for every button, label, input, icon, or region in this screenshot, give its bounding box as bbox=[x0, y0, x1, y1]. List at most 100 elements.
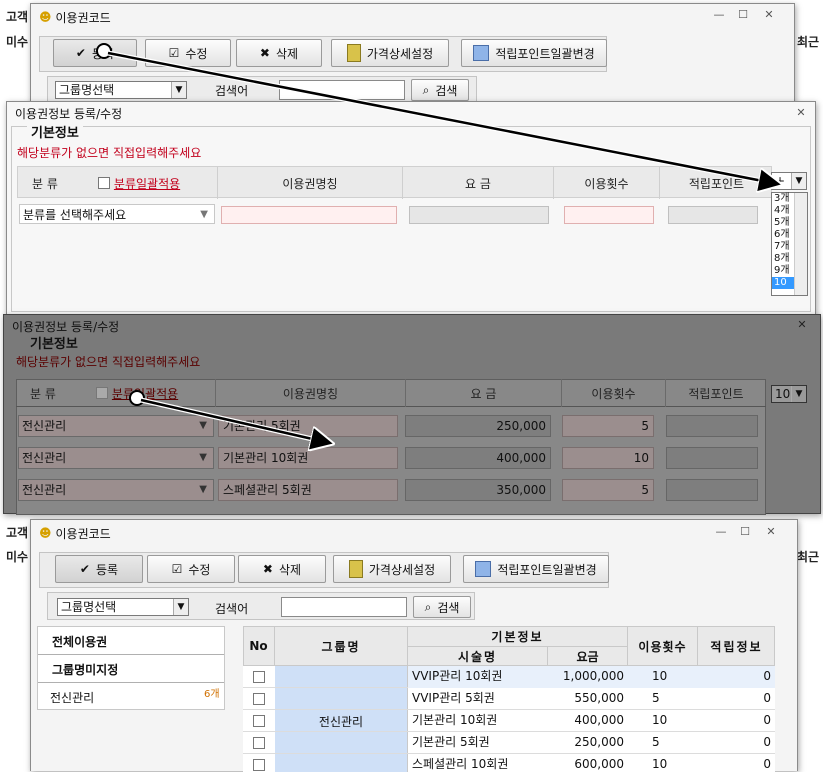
table-row[interactable]: 기본관리 5회권 250,000 5 0 bbox=[243, 732, 775, 754]
category-select[interactable]: 전신관리 ▼ bbox=[18, 479, 214, 501]
row-checkbox[interactable] bbox=[253, 737, 265, 749]
header-points: 적립포인트 bbox=[688, 386, 744, 401]
search-input[interactable] bbox=[281, 597, 407, 617]
delete-button[interactable]: ✖ 삭제 bbox=[236, 39, 322, 67]
minimize-icon[interactable]: — bbox=[713, 525, 729, 539]
fee-input[interactable]: 250,000 bbox=[405, 415, 551, 437]
row-count-select[interactable]: + ▼ bbox=[771, 172, 807, 190]
edit-button[interactable]: ☑ 수정 bbox=[147, 555, 235, 583]
maximize-icon[interactable]: ☐ bbox=[737, 525, 753, 539]
calculator-icon bbox=[346, 44, 361, 62]
app-icon: ☻ bbox=[39, 526, 52, 540]
count-input[interactable]: 5 bbox=[562, 415, 654, 437]
group-item-body[interactable]: 전신관리 bbox=[38, 683, 224, 711]
category-select[interactable]: 전신관리 ▼ bbox=[18, 447, 214, 469]
name-input[interactable] bbox=[221, 206, 397, 224]
list-item-selected[interactable]: 10 bbox=[772, 277, 794, 289]
close-icon[interactable]: ✕ bbox=[794, 318, 810, 332]
delete-button[interactable]: ✖ 삭제 bbox=[238, 555, 326, 583]
group-select[interactable]: 그룹명선택 ▼ bbox=[57, 598, 189, 616]
cell-points: 0 bbox=[763, 735, 771, 749]
maximize-icon[interactable]: ☐ bbox=[735, 8, 751, 22]
register-button[interactable]: ✔ 등록 bbox=[55, 555, 143, 583]
count-input[interactable]: 10 bbox=[562, 447, 654, 469]
dialog-title: 이용권정보 등록/수정 bbox=[12, 319, 120, 334]
header-fee: 요금 bbox=[548, 647, 628, 666]
header-points: 적립정보 bbox=[710, 639, 763, 654]
header-group: 그룹명 bbox=[275, 626, 408, 666]
table-header: 분 류 분류일괄적용 이용권명칭 요 금 이용횟수 적립포인트 bbox=[16, 379, 766, 407]
scrollbar[interactable] bbox=[794, 193, 807, 295]
fee-input[interactable]: 400,000 bbox=[405, 447, 551, 469]
group-item-unassigned[interactable]: 그룹명미지정 bbox=[38, 655, 224, 683]
header-basic-info: 기본정보 bbox=[408, 626, 628, 647]
points-bulk-button[interactable]: 적립포인트일괄변경 bbox=[461, 39, 607, 67]
table-row[interactable]: 기본관리 10회권 400,000 10 0 bbox=[243, 710, 775, 732]
fee-input[interactable]: 350,000 bbox=[405, 479, 551, 501]
app-icon: ☻ bbox=[39, 10, 52, 24]
header-count: 이용횟수 bbox=[562, 379, 666, 407]
cell-points: 0 bbox=[698, 666, 775, 688]
checkbox-icon: ☑ bbox=[171, 562, 183, 576]
list-icon bbox=[475, 561, 492, 577]
count-input[interactable] bbox=[564, 206, 654, 224]
ticket-form-dialog-1: 이용권정보 등록/수정 ✕ 기본정보 해당분류가 없으면 직접입력해주세요 분 … bbox=[6, 101, 816, 315]
close-icon[interactable]: ✕ bbox=[793, 106, 809, 120]
name-input[interactable]: 기본관리 10회권 bbox=[218, 447, 398, 469]
cell-name: 기본관리 10회권 bbox=[412, 713, 498, 727]
header-category: 분 류 bbox=[30, 386, 56, 401]
cell-count: 10 bbox=[628, 666, 698, 688]
close-icon[interactable]: ✕ bbox=[763, 525, 779, 539]
search-input[interactable] bbox=[279, 80, 405, 100]
warning-text: 해당분류가 없으면 직접입력해주세요 bbox=[17, 146, 202, 160]
name-input[interactable]: 스페셜관리 5회권 bbox=[218, 479, 398, 501]
table-row[interactable]: 스페셜관리 10회권 600,000 10 0 bbox=[243, 754, 775, 772]
header-points: 적립포인트 bbox=[688, 176, 745, 191]
window-title: 이용권코드 bbox=[55, 10, 111, 25]
points-input[interactable] bbox=[666, 447, 758, 469]
search-button[interactable]: ⌕ 검색 bbox=[411, 79, 469, 101]
category-select[interactable]: 전신관리 ▼ bbox=[18, 415, 214, 437]
points-input[interactable] bbox=[668, 206, 758, 224]
price-detail-button[interactable]: 가격상세설정 bbox=[333, 555, 451, 583]
search-label: 검색어 bbox=[215, 84, 249, 98]
header-fee: 요 금 bbox=[406, 379, 562, 407]
search-button[interactable]: ⌕ 검색 bbox=[413, 596, 471, 618]
name-input[interactable]: 기본관리 5회권 bbox=[218, 415, 398, 437]
group-select[interactable]: 그룹명선택 ▼ bbox=[55, 81, 187, 99]
group-count-badge: 6개 bbox=[204, 689, 220, 700]
price-detail-button[interactable]: 가격상세설정 bbox=[331, 39, 449, 67]
section-title: 기본정보 bbox=[27, 122, 83, 141]
category-select[interactable]: 분류를 선택해주세요 ▼ bbox=[19, 204, 215, 224]
row-checkbox[interactable] bbox=[253, 759, 265, 771]
row-count-select[interactable]: 10 ▼ bbox=[771, 385, 807, 403]
chevron-down-icon: ▼ bbox=[199, 420, 207, 431]
row-checkbox[interactable] bbox=[253, 671, 265, 683]
bulk-apply-checkbox[interactable] bbox=[97, 177, 110, 189]
row-checkbox[interactable] bbox=[253, 715, 265, 727]
bulk-apply-link[interactable]: 분류일괄적용 bbox=[112, 385, 178, 402]
points-input[interactable] bbox=[666, 415, 758, 437]
edit-button[interactable]: ☑ 수정 bbox=[145, 39, 231, 67]
fee-input[interactable] bbox=[409, 206, 549, 224]
cell-points: 0 bbox=[763, 713, 771, 727]
table-row[interactable]: VVIP관리 10회권 1,000,000 10 0 bbox=[243, 666, 775, 688]
list-icon bbox=[473, 45, 490, 61]
minimize-icon[interactable]: — bbox=[711, 8, 727, 22]
count-input[interactable]: 5 bbox=[562, 479, 654, 501]
points-input[interactable] bbox=[666, 479, 758, 501]
warning-text: 해당분류가 없으면 직접입력해주세요 bbox=[16, 355, 201, 369]
chevron-down-icon: ▼ bbox=[199, 484, 207, 495]
points-bulk-button[interactable]: 적립포인트일괄변경 bbox=[463, 555, 609, 583]
header-count: 이용횟수 bbox=[628, 626, 698, 666]
close-icon[interactable]: ✕ bbox=[761, 8, 777, 22]
cell-name: VVIP관리 10회권 bbox=[408, 666, 548, 688]
row-checkbox[interactable] bbox=[253, 693, 265, 705]
table-row[interactable]: VVIP관리 5회권 550,000 5 0 bbox=[243, 688, 775, 710]
group-item-all[interactable]: 전체이용권 bbox=[38, 627, 224, 655]
chevron-down-icon: ▼ bbox=[200, 209, 208, 220]
bg-fragment: 최근 bbox=[797, 550, 820, 564]
bulk-apply-link[interactable]: 분류일괄적용 bbox=[114, 175, 180, 192]
register-button[interactable]: ✔ 등록 bbox=[53, 39, 137, 67]
bulk-apply-checkbox[interactable] bbox=[95, 387, 108, 399]
